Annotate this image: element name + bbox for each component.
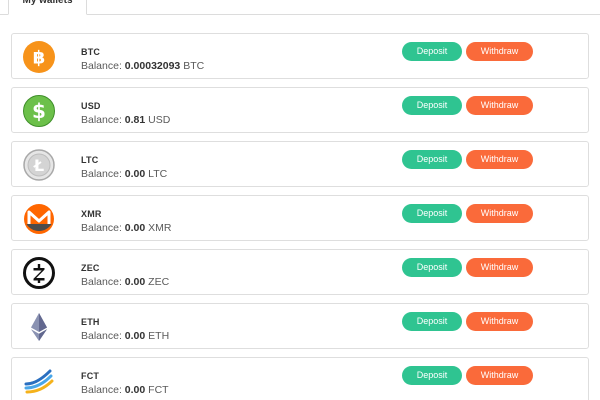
withdraw-button[interactable]: Withdraw: [466, 96, 533, 115]
wallet-symbol: BTC: [81, 47, 101, 57]
wallet-row-eth: ETH Balance: 0.00 ETH Deposit Withdraw: [11, 303, 589, 349]
wallet-balance: Balance: 0.00 FCT: [81, 384, 169, 396]
wallet-row-usd: $ USD Balance: 0.81 USD Deposit Withdraw: [11, 87, 589, 133]
svg-text:$: $: [32, 99, 46, 123]
wallet-symbol: LTC: [81, 155, 99, 165]
balance-amount: 0.81: [124, 114, 146, 126]
withdraw-button[interactable]: Withdraw: [466, 366, 533, 385]
deposit-button[interactable]: Deposit: [402, 258, 462, 277]
balance-unit: XMR: [148, 222, 172, 234]
dollar-icon: $: [23, 95, 55, 127]
monero-icon: [23, 203, 55, 235]
bitcoin-icon: ฿: [23, 41, 55, 73]
wallet-row-btc: ฿ BTC Balance: 0.00032093 BTC Deposit Wi…: [11, 33, 589, 79]
balance-unit: LTC: [148, 168, 168, 180]
wallet-balance: Balance: 0.00 LTC: [81, 168, 168, 180]
deposit-button[interactable]: Deposit: [402, 312, 462, 331]
tab-my-wallets[interactable]: My wallets: [8, 0, 87, 15]
withdraw-button[interactable]: Withdraw: [466, 312, 533, 331]
zcash-icon: [23, 257, 55, 289]
withdraw-button[interactable]: Withdraw: [466, 204, 533, 223]
balance-amount: 0.00: [124, 168, 146, 180]
deposit-button[interactable]: Deposit: [402, 204, 462, 223]
balance-unit: ZEC: [148, 276, 170, 288]
balance-unit: FCT: [148, 384, 169, 396]
withdraw-button[interactable]: Withdraw: [466, 150, 533, 169]
wallet-balance: Balance: 0.81 USD: [81, 114, 171, 126]
balance-amount: 0.00: [124, 330, 146, 342]
ethereum-icon: [23, 311, 55, 343]
balance-unit: BTC: [183, 60, 205, 72]
wallet-symbol: XMR: [81, 209, 102, 219]
svg-text:฿: ฿: [33, 48, 46, 69]
balance-unit: ETH: [148, 330, 170, 342]
wallet-balance: Balance: 0.00 XMR: [81, 222, 172, 234]
withdraw-button[interactable]: Withdraw: [466, 258, 533, 277]
wallet-row-ltc: Ł LTC Balance: 0.00 LTC Deposit Withdraw: [11, 141, 589, 187]
wallet-balance: Balance: 0.00032093 BTC: [81, 60, 205, 72]
wallet-row-xmr: XMR Balance: 0.00 XMR Deposit Withdraw: [11, 195, 589, 241]
wallet-symbol: FCT: [81, 371, 100, 381]
wallet-row-zec: ZEC Balance: 0.00 ZEC Deposit Withdraw: [11, 249, 589, 295]
deposit-button[interactable]: Deposit: [402, 150, 462, 169]
balance-amount: 0.00: [124, 276, 146, 288]
balance-unit: USD: [148, 114, 171, 126]
balance-amount: 0.00032093: [124, 60, 181, 72]
wallet-balance: Balance: 0.00 ETH: [81, 330, 170, 342]
deposit-button[interactable]: Deposit: [402, 42, 462, 61]
deposit-button[interactable]: Deposit: [402, 366, 462, 385]
wallet-balance: Balance: 0.00 ZEC: [81, 276, 170, 288]
factom-icon: [23, 365, 55, 397]
balance-amount: 0.00: [124, 222, 146, 234]
svg-text:Ł: Ł: [33, 156, 44, 175]
wallet-symbol: ZEC: [81, 263, 100, 273]
wallet-symbol: USD: [81, 101, 101, 111]
wallet-symbol: ETH: [81, 317, 100, 327]
deposit-button[interactable]: Deposit: [402, 96, 462, 115]
withdraw-button[interactable]: Withdraw: [466, 42, 533, 61]
wallet-tabs: My wallets: [0, 0, 600, 15]
balance-amount: 0.00: [124, 384, 146, 396]
litecoin-icon: Ł: [23, 149, 55, 181]
wallet-row-fct: FCT Balance: 0.00 FCT Deposit Withdraw: [11, 357, 589, 400]
